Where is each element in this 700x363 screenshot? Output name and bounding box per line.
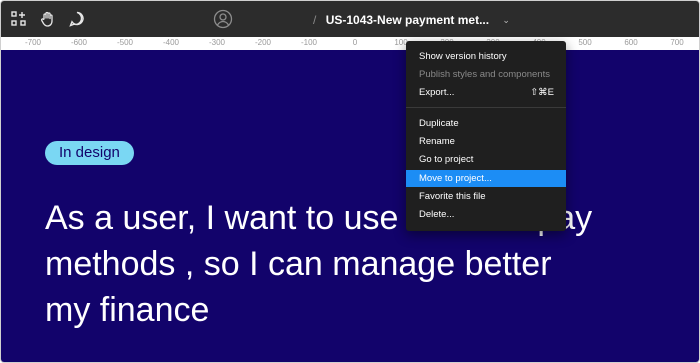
- file-context-menu: Show version history Publish styles and …: [406, 41, 566, 231]
- menu-item-move-to-project[interactable]: Move to project...: [406, 170, 566, 187]
- menu-divider: [406, 107, 566, 108]
- menu-item-favorite[interactable]: Favorite this file: [406, 188, 566, 205]
- ruler-tick: 600: [624, 38, 638, 47]
- horizontal-ruler: -700 -600 -500 -400 -300 -200 -100 0 100…: [1, 37, 699, 51]
- headline-line: methods , so I can manage better: [45, 245, 552, 283]
- headline-line: my finance: [45, 291, 210, 329]
- hand-icon[interactable]: [39, 10, 57, 28]
- ruler-tick: -300: [208, 38, 226, 47]
- ruler-tick: -700: [24, 38, 42, 47]
- menu-item-publish-styles: Publish styles and components: [419, 69, 550, 80]
- ruler-tick: -200: [254, 38, 272, 47]
- ruler-tick: 500: [578, 38, 592, 47]
- ruler-tick: -500: [116, 38, 134, 47]
- status-badge: In design: [45, 141, 134, 165]
- menu-item-delete[interactable]: Delete...: [406, 206, 566, 223]
- headline-line-1a: As a user, I want to use: [45, 199, 399, 237]
- headline-text: As a user, I want to uset pay methods , …: [45, 195, 675, 333]
- user-avatar-icon[interactable]: [213, 9, 233, 29]
- file-title[interactable]: US-1043-New payment met...: [326, 13, 489, 27]
- top-toolbar: / US-1043-New payment met... ⌄: [1, 1, 699, 37]
- ruler-tick: 0: [352, 38, 358, 47]
- menu-item-export[interactable]: Export... ⇧⌘E: [406, 84, 566, 101]
- chevron-down-icon[interactable]: ⌄: [502, 11, 510, 29]
- menu-item-go-to-project[interactable]: Go to project: [406, 151, 566, 168]
- ruler-tick: -400: [162, 38, 180, 47]
- ruler-tick: -600: [70, 38, 88, 47]
- menu-item-show-version-history[interactable]: Show version history: [406, 48, 566, 65]
- breadcrumb[interactable]: / US-1043-New payment met... ⌄: [313, 11, 510, 29]
- headline-line: As a user, I want to uset pay: [45, 195, 675, 241]
- ruler-tick: -100: [300, 38, 318, 47]
- ruler-tick: 700: [670, 38, 684, 47]
- breadcrumb-separator: /: [313, 13, 317, 27]
- menu-item-duplicate[interactable]: Duplicate: [406, 115, 566, 132]
- figma-window: / US-1043-New payment met... ⌄ -700 -600…: [0, 0, 700, 363]
- keyboard-shortcut: ⇧⌘E: [530, 87, 554, 98]
- comment-icon[interactable]: [68, 10, 86, 28]
- menu-item-label: Export...: [419, 87, 455, 98]
- design-canvas[interactable]: In design As a user, I want to uset pay …: [1, 50, 699, 362]
- frame-tool-icon[interactable]: [10, 10, 28, 28]
- menu-item-rename[interactable]: Rename: [406, 133, 566, 150]
